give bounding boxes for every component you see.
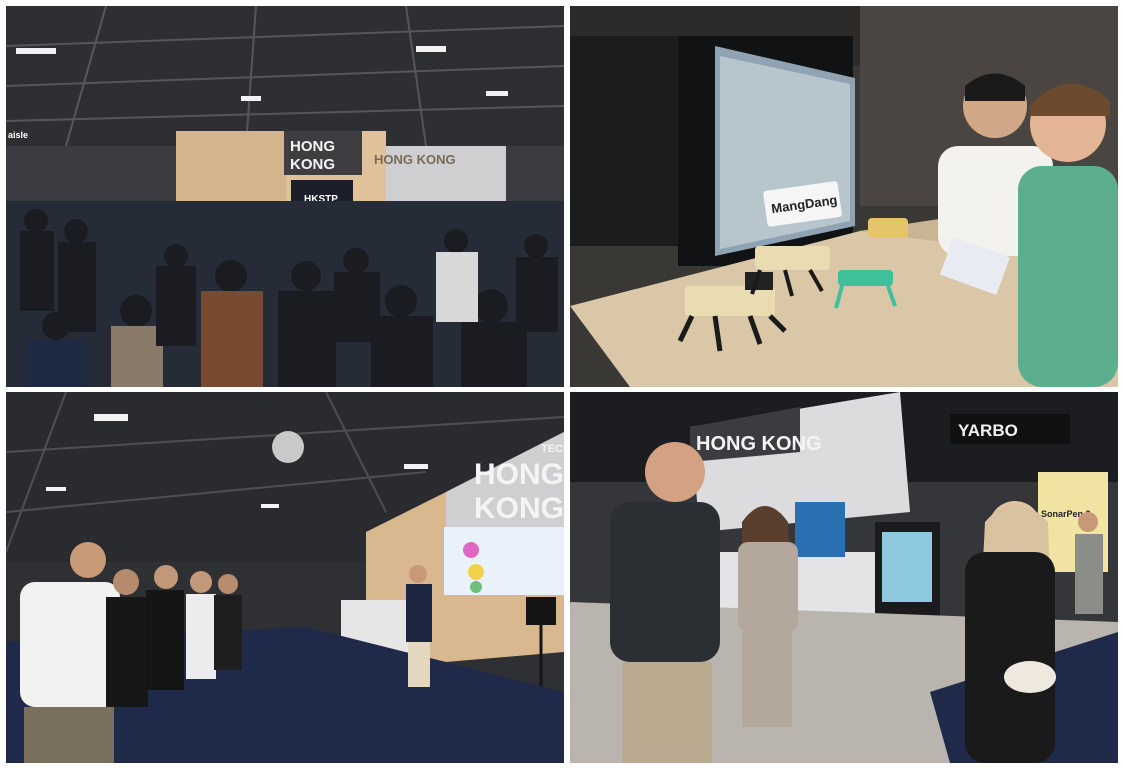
photo-product-demo: HONG KONG YARBO SonarPen 2	[570, 392, 1118, 763]
booth-sign-vertical: TECH	[541, 443, 564, 455]
photo-collage: HKSTP HONG KONG HONG KONG aisle MangDang…	[0, 0, 1124, 769]
photo-booth-presentation: HONG KONG TECH	[6, 392, 564, 763]
booth-sign-line1: HONG	[474, 458, 564, 491]
booth-sign-line1: HONG	[290, 138, 335, 155]
booth-sign-line2: KONG	[290, 156, 335, 173]
neighbor-sign: YARBO	[958, 421, 1018, 440]
booth-banner-text: HONG KONG	[374, 152, 456, 167]
booth-sign-line2: KONG	[474, 492, 564, 525]
photo-robot-dog-display: MangDang	[570, 6, 1118, 387]
booth-sign: HONG KONG	[696, 433, 822, 455]
aisle-sign: aisle	[8, 130, 28, 140]
photo-crowd-at-booth: HKSTP HONG KONG HONG KONG aisle	[6, 6, 564, 387]
